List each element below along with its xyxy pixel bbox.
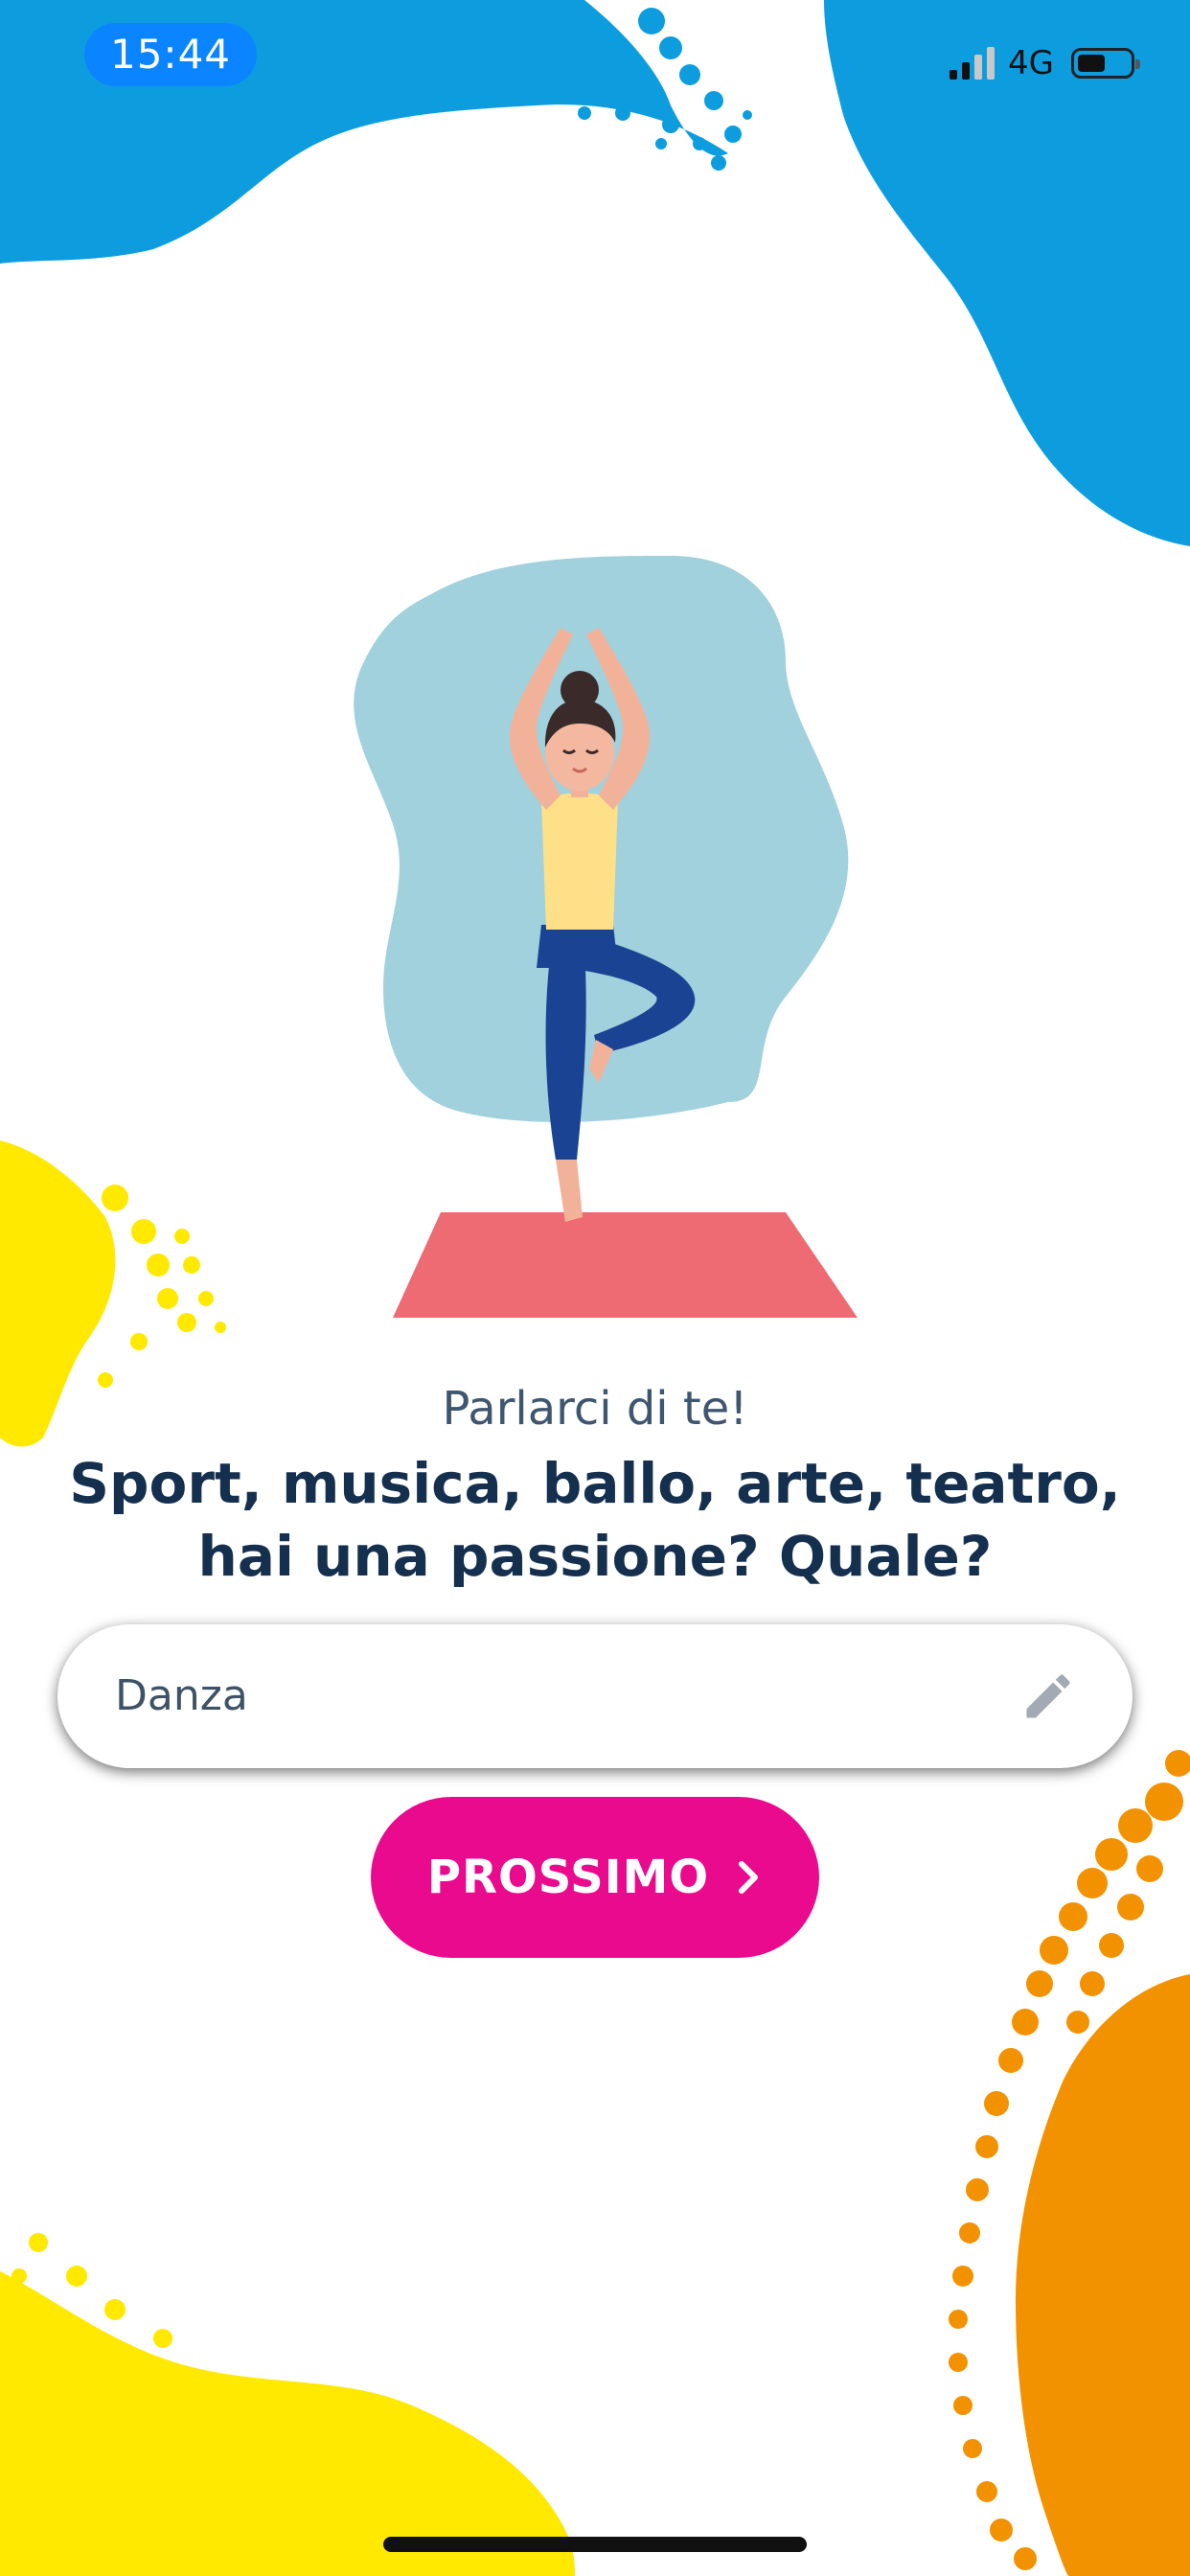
signal-icon <box>950 47 995 80</box>
prompt-subtitle: Parlarci di te! <box>442 1382 748 1436</box>
status-indicators: 4G <box>950 42 1140 84</box>
next-button[interactable]: PROSSIMO <box>371 1797 819 1958</box>
home-indicator[interactable] <box>383 2537 807 2552</box>
status-time: 15:44 <box>84 23 257 86</box>
pencil-icon[interactable] <box>1019 1668 1077 1725</box>
yoga-woman-illustration <box>354 556 858 1318</box>
passion-input-value[interactable]: Danza <box>115 1624 248 1768</box>
next-button-label: PROSSIMO <box>426 1851 710 1904</box>
prompt-question: Sport, musica, ballo, arte, teatro, hai … <box>69 1451 1121 1589</box>
passion-input[interactable]: Danza <box>57 1624 1133 1768</box>
network-type: 4G <box>1008 44 1054 82</box>
screen: 15:44 4G Parlarci di te! Sport, musica, … <box>0 0 1190 2576</box>
battery-icon <box>1071 48 1140 79</box>
chevron-right-icon <box>739 1861 759 1894</box>
